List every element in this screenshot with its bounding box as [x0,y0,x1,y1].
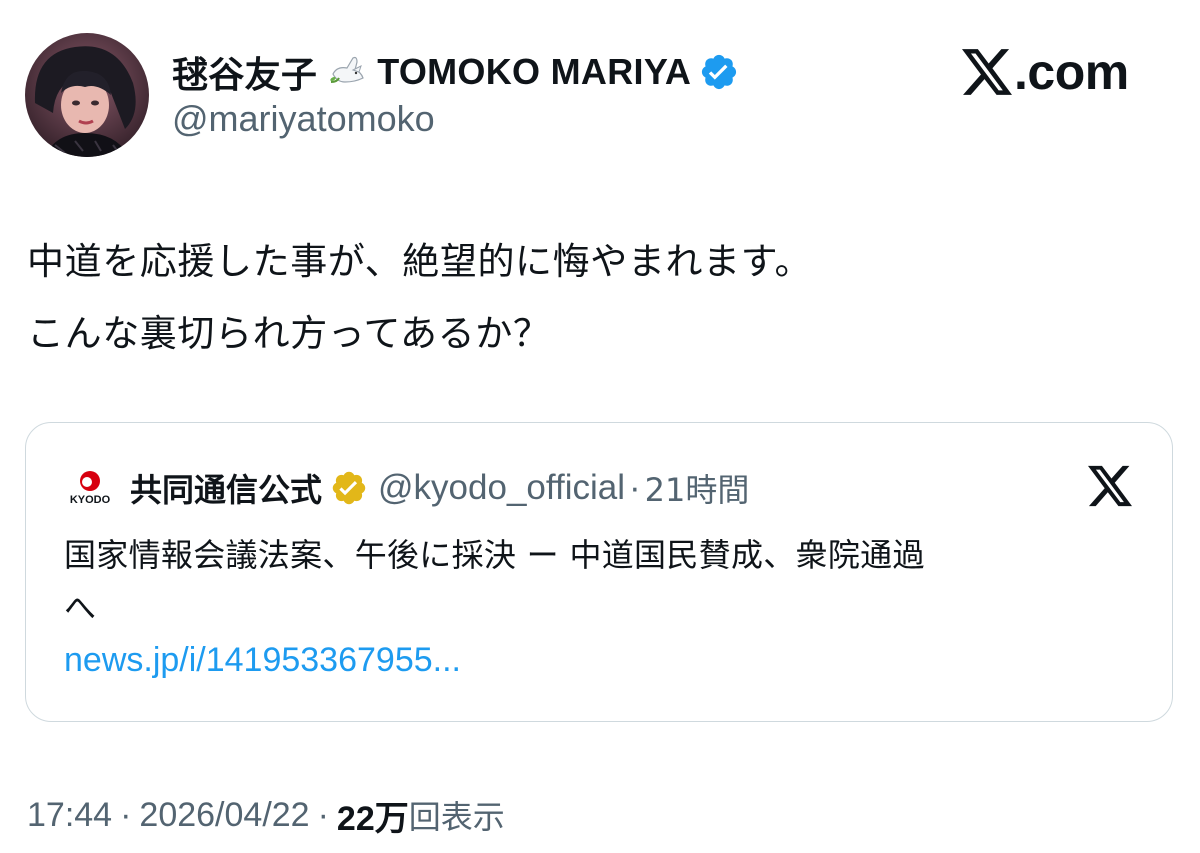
verified-gold-badge-icon [330,469,368,507]
author-display-name-jp[interactable]: 毬谷友子 [172,46,317,98]
x-logo-icon [1088,465,1132,507]
quote-line: へ [64,589,97,627]
tweet-time[interactable]: 17:44 [27,796,112,835]
kyodo-logo-icon[interactable]: KYODO [64,469,116,507]
x-com-brand: .com [962,42,1129,102]
quote-body: 国家情報会議法案、午後に採決 ー 中道国民賛成、衆院通過 へ [64,529,1134,635]
verified-badge-icon [699,52,739,92]
views-label[interactable]: 回表示 [409,792,505,838]
x-logo-icon [962,49,1012,95]
quote-separator: · [628,468,641,507]
tweet-line: こんな裏切られ方ってあるか？ [27,312,551,355]
tweet-meta: 17:44 · 2026/04/22 · 22万 回表示 [27,791,505,840]
avatar[interactable] [25,33,149,157]
quoted-tweet-card[interactable]: KYODO 共同通信公式 @kyodo_official · 21時間 国家情報… [25,422,1173,722]
meta-separator: · [120,795,132,834]
quote-link[interactable]: news.jp/i/141953367955... [64,641,461,680]
author-handle[interactable]: @mariyatomoko [172,98,435,140]
meta-separator: · [317,795,329,834]
quote-header: KYODO 共同通信公式 @kyodo_official · 21時間 [64,463,750,513]
author-name-row[interactable]: 毬谷友子 TOMOKO MARIYA [172,44,739,100]
quote-timestamp[interactable]: 21時間 [645,465,750,511]
views-count[interactable]: 22万 [337,791,409,840]
brand-domain-text: .com [1014,44,1129,100]
kyodo-logo-text: KYODO [70,494,111,506]
quote-line: 国家情報会議法案、午後に採決 ー 中道国民賛成、衆院通過 [64,536,925,574]
author-display-name-en[interactable]: TOMOKO MARIYA [377,51,691,93]
tweet-body: 中道を応援した事が、絶望的に悔やまれます。 こんな裏切られ方ってあるか？ [27,226,812,370]
tweet-line: 中道を応援した事が、絶望的に悔やまれます。 [27,240,813,283]
dove-icon [327,52,367,92]
quote-author-name[interactable]: 共同通信公式 [130,465,322,511]
quote-author-handle[interactable]: @kyodo_official [378,468,625,508]
tweet-date[interactable]: 2026/04/22 [139,796,309,835]
